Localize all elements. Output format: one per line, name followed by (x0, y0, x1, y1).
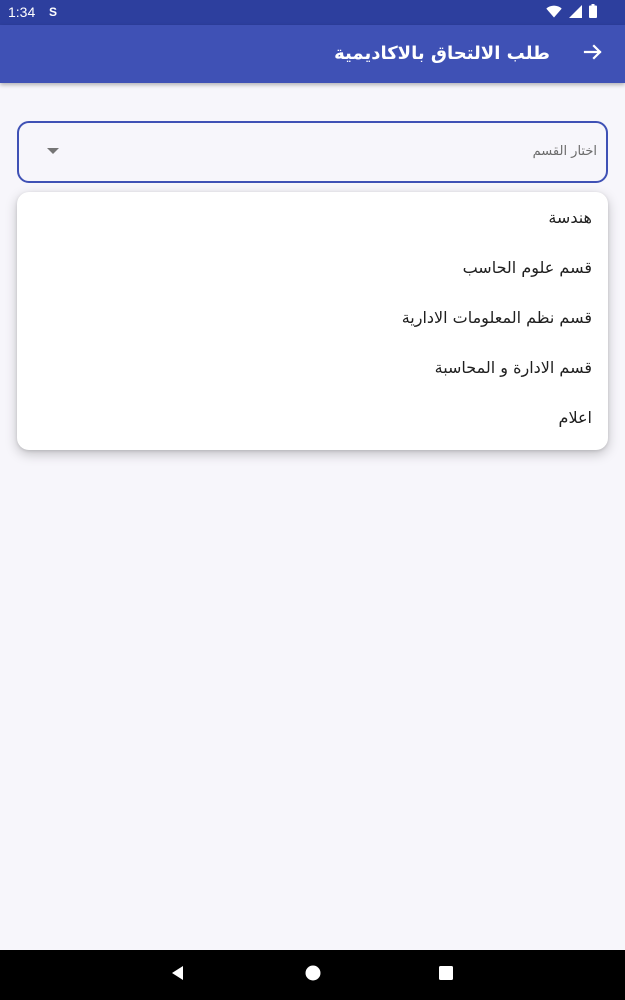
option-management-accounting[interactable]: قسم الادارة و المحاسبة (17, 343, 608, 393)
department-options-menu: هندسة قسم علوم الحاسب قسم نظم المعلومات … (17, 192, 608, 450)
sync-notification-icon: S (49, 5, 58, 19)
back-button[interactable] (571, 32, 615, 76)
status-bar: 1:34 S (0, 0, 625, 25)
option-management-information-systems[interactable]: قسم نظم المعلومات الادارية (17, 293, 608, 343)
nav-back-button[interactable] (161, 958, 195, 992)
navigation-bar (0, 950, 625, 1000)
status-time: 1:34 (8, 4, 36, 20)
signal-icon (569, 3, 582, 22)
battery-icon (589, 3, 597, 22)
dropdown-placeholder: اختار القسم (532, 144, 597, 159)
nav-home-button[interactable] (296, 958, 330, 992)
app-bar: طلب الالتحاق بالاكاديمية (0, 25, 625, 83)
option-computer-science[interactable]: قسم علوم الحاسب (17, 243, 608, 293)
option-engineering[interactable]: هندسة (17, 193, 608, 243)
back-triangle-icon (170, 965, 186, 985)
nav-recents-button[interactable] (429, 958, 463, 992)
status-icons (546, 4, 597, 21)
option-media[interactable]: اعلام (17, 393, 608, 443)
caret-down-icon (47, 148, 59, 154)
wifi-icon (546, 3, 562, 22)
recents-square-icon (438, 965, 454, 985)
department-dropdown[interactable]: اختار القسم (17, 121, 608, 183)
page-title: طلب الالتحاق بالاكاديمية (334, 43, 550, 64)
arrow-right-icon (583, 42, 603, 66)
home-circle-icon (305, 965, 321, 985)
